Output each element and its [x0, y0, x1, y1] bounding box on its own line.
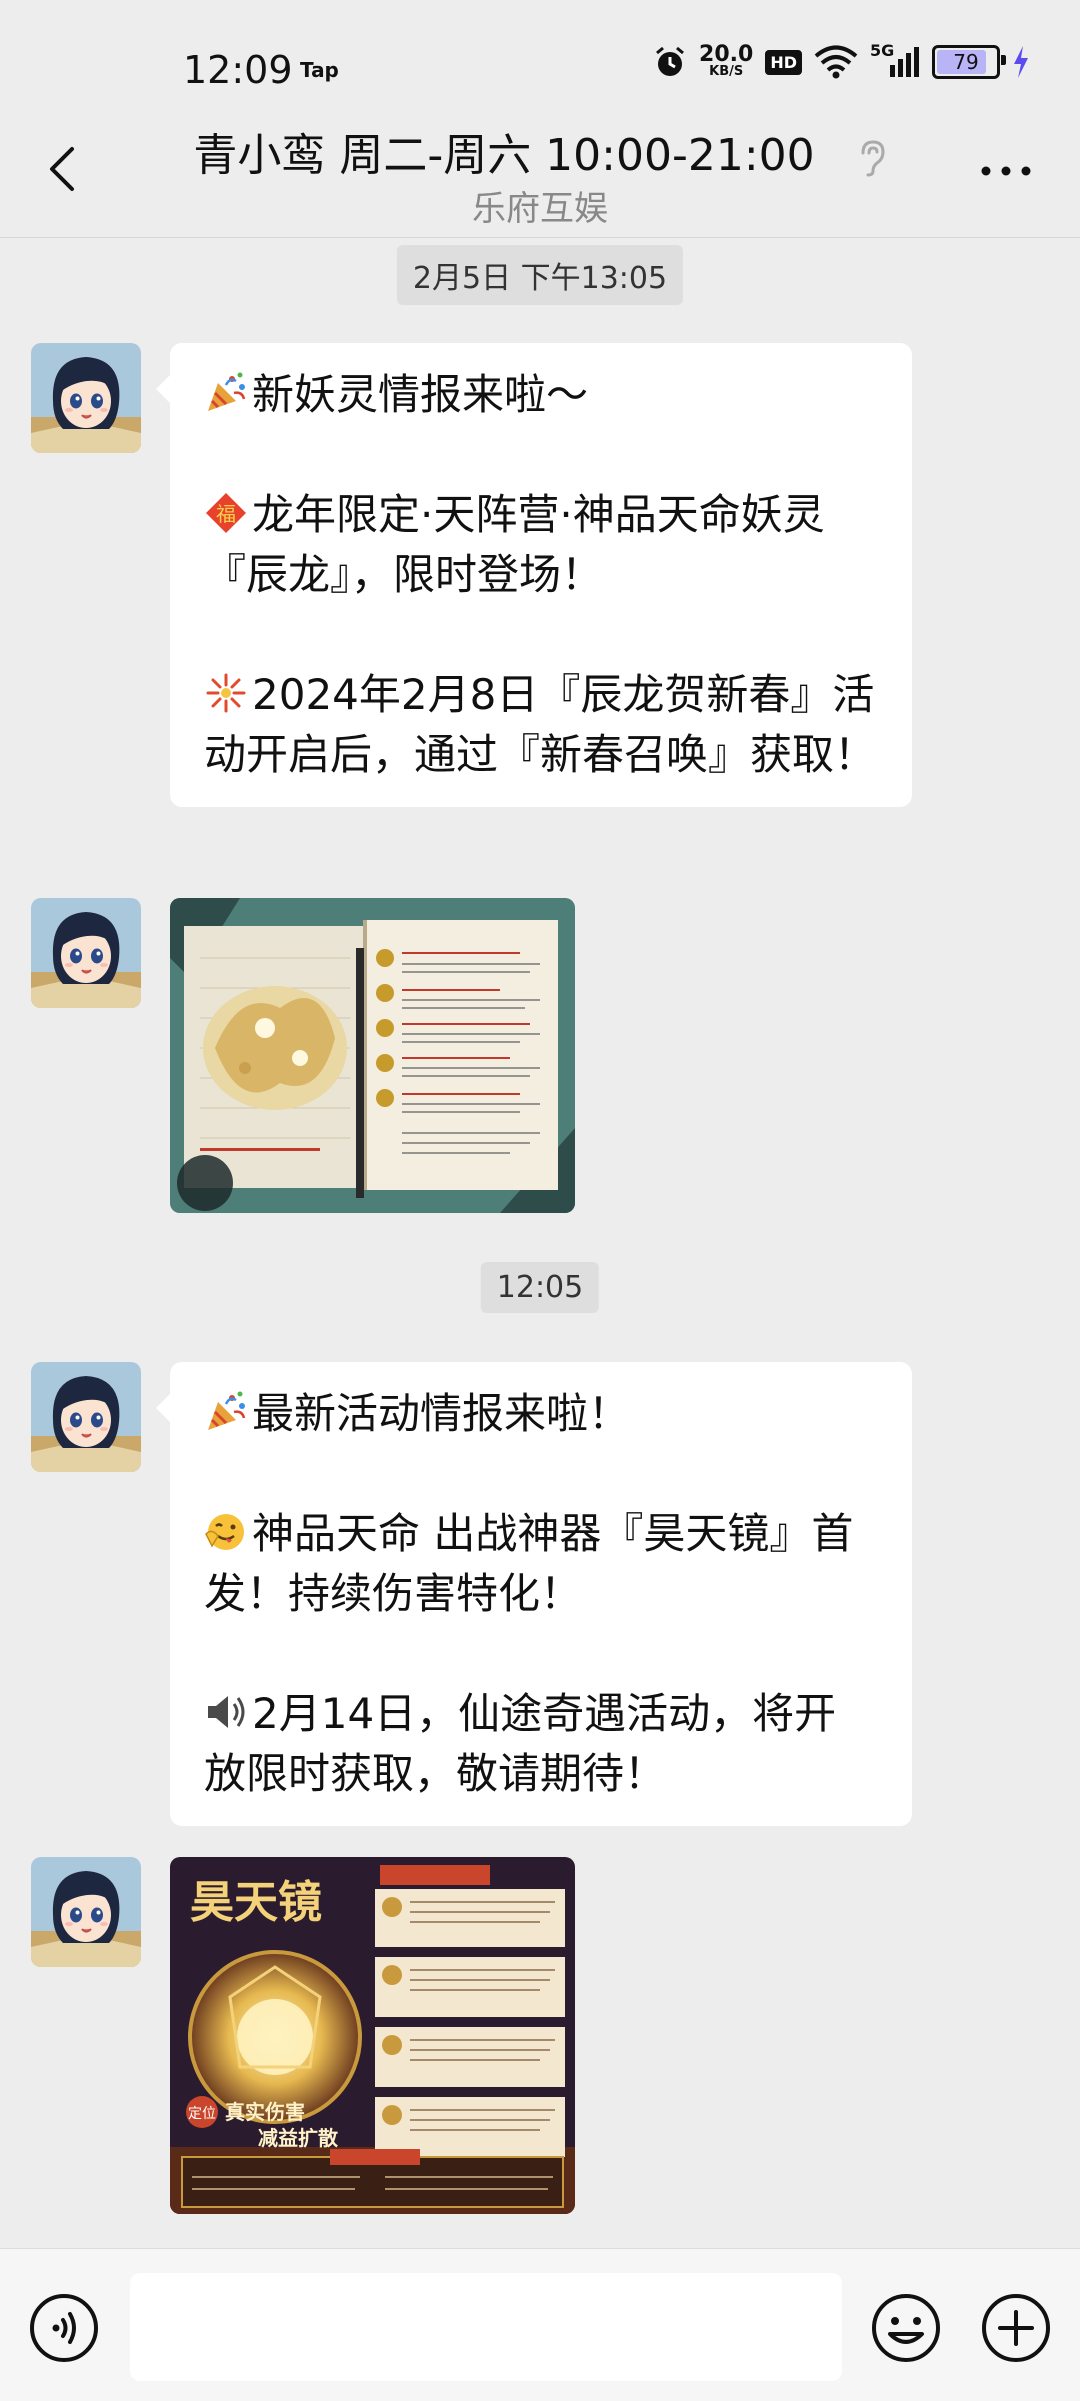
timestamp-divider: 12:05	[480, 1262, 600, 1313]
message-text: 2024年2月8日『辰龙贺新春』活动开启后，通过『新春召唤』获取！	[204, 670, 877, 779]
party-popper-icon	[204, 371, 248, 415]
net-speed: 20.0 KB/S	[699, 42, 754, 79]
message-text: 2月14日，仙途奇遇活动，将开放限时获取，敬请期待！	[204, 1689, 837, 1798]
ear-icon	[861, 140, 885, 177]
party-popper-icon	[204, 1390, 248, 1434]
wink-tongue-icon	[205, 1514, 244, 1550]
image-tag: 定位	[188, 2106, 216, 2122]
battery-icon: 79	[932, 45, 1006, 79]
voice-input-icon[interactable]	[28, 2292, 100, 2364]
net-speed-unit: KB/S	[709, 64, 744, 79]
plus-icon[interactable]	[980, 2292, 1052, 2364]
image-message-haotianjing[interactable]: 昊天镜 定位 真实伤害 减益扩散	[170, 1857, 575, 2214]
cell-signal-icon: 5G	[870, 41, 920, 79]
sender-avatar[interactable]	[31, 898, 141, 1008]
more-options-icon[interactable]	[978, 163, 1034, 179]
chat-header: 青小鸾 周二-周六 10:00-21:00 乐府互娱	[0, 105, 1080, 238]
speaker-icon	[208, 1696, 245, 1728]
sender-avatar[interactable]	[31, 1362, 141, 1472]
alarm-icon	[656, 46, 685, 76]
message-text: 最新活动情报来啦！	[252, 1389, 631, 1438]
message-text: 新妖灵情报来啦～	[252, 370, 589, 419]
input-bar	[0, 2248, 1080, 2401]
status-icons: 20.0 KB/S HD 5G 79	[653, 41, 1030, 79]
message-bubble[interactable]: 最新活动情报来啦！ 神品天命 出战神器『昊天镜』首发！持续伤害特化！ 2月14日…	[156, 1362, 912, 1826]
net-speed-value: 20.0	[699, 42, 754, 67]
sender-avatar[interactable]	[31, 343, 141, 453]
chat-subtitle: 乐府互娱	[472, 189, 608, 229]
image-title: 昊天镜	[190, 1877, 322, 1928]
message-input[interactable]	[130, 2273, 842, 2381]
charging-icon	[1014, 46, 1028, 78]
firecracker-icon	[206, 673, 246, 713]
image-message-chenlong[interactable]	[170, 898, 575, 1213]
chat-title: 青小鸾 周二-周六 10:00-21:00	[0, 119, 1080, 183]
emoji-icon[interactable]	[870, 2292, 942, 2364]
hd-badge: HD	[765, 49, 802, 75]
wifi-icon	[814, 45, 858, 79]
message-text: 龙年限定·天阵营·神品天命妖灵『辰龙』，限时登场！	[204, 490, 825, 599]
message-text: 神品天命 出战神器『昊天镜』首发！持续伤害特化！	[204, 1509, 854, 1618]
svg-text:福: 福	[216, 502, 236, 526]
message-bubble[interactable]: 新妖灵情报来啦～ 福 龙年限定·天阵营·神品天命妖灵『辰龙』，限时登场！ 202…	[156, 343, 912, 807]
fu-diamond-icon: 福	[206, 493, 246, 533]
status-app-tag: Tap	[300, 58, 339, 82]
battery-level: 79	[953, 50, 979, 74]
image-slogan-1: 真实伤害	[225, 2100, 305, 2124]
status-time: 12:09	[183, 48, 293, 92]
sender-avatar[interactable]	[31, 1857, 141, 1967]
chat-title-text: 青小鸾 周二-周六 10:00-21:00	[193, 130, 815, 181]
image-slogan-2: 减益扩散	[258, 2126, 339, 2150]
timestamp-divider: 2月5日 下午13:05	[396, 245, 684, 305]
